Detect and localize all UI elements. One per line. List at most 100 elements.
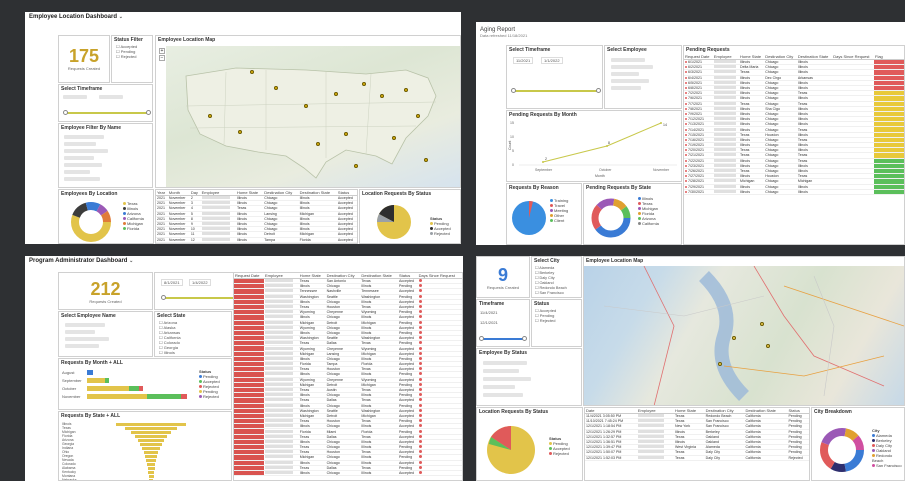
date-end[interactable]: 1/4/2022: [189, 279, 211, 286]
location-pin[interactable]: [732, 336, 736, 340]
bar[interactable]: [148, 474, 154, 478]
date-start[interactable]: 11/4/2021: [480, 310, 498, 315]
us-map[interactable]: [166, 46, 460, 187]
employee-option[interactable]: [64, 163, 102, 167]
bar-segment[interactable]: [105, 378, 109, 383]
location-pin[interactable]: [380, 94, 384, 98]
zoom-out-button[interactable]: −: [159, 55, 165, 61]
bar-segment[interactable]: [87, 394, 147, 399]
employee-option[interactable]: [64, 142, 96, 146]
location-pin[interactable]: [334, 92, 338, 96]
employee-option[interactable]: [611, 65, 653, 69]
employee-option[interactable]: [64, 177, 100, 181]
bar-segment[interactable]: [139, 386, 143, 391]
location-donut-chart[interactable]: [61, 200, 121, 244]
status-option[interactable]: ☐ Rejected: [112, 54, 152, 59]
bar[interactable]: [135, 434, 167, 438]
location-pin[interactable]: [316, 142, 320, 146]
employee-option[interactable]: [64, 135, 104, 139]
location-pin[interactable]: [362, 82, 366, 86]
bar-segment[interactable]: [129, 386, 139, 391]
location-pin[interactable]: [354, 164, 358, 168]
employee-option[interactable]: [483, 361, 527, 365]
location-status-pie[interactable]: [366, 200, 426, 244]
slider-handle-end[interactable]: [522, 336, 527, 341]
timeframe-slider[interactable]: [63, 110, 151, 115]
bar[interactable]: [147, 466, 155, 470]
slider-handle-start[interactable]: [511, 88, 516, 93]
bar[interactable]: [125, 426, 177, 430]
dashboard-title[interactable]: Employee Location Dashboard ⌄: [25, 12, 461, 23]
zoom-in-button[interactable]: +: [159, 48, 165, 54]
city-option[interactable]: ☐ San Francisco: [535, 290, 581, 295]
column-header[interactable]: Request Date: [684, 54, 713, 60]
slider-handle-start[interactable]: [479, 336, 484, 341]
location-pin[interactable]: [208, 114, 212, 118]
bar[interactable]: [148, 470, 154, 474]
location-pin[interactable]: [274, 86, 278, 90]
bar-segment[interactable]: [87, 370, 93, 375]
bar[interactable]: [144, 450, 158, 454]
bar-segment[interactable]: [181, 394, 187, 399]
location-pin[interactable]: [718, 362, 722, 366]
location-pin[interactable]: [404, 88, 408, 92]
date-start[interactable]: 8/1/2021: [161, 279, 183, 286]
employee-option[interactable]: [64, 156, 94, 160]
employee-location-map[interactable]: Employee Location Map + −: [155, 35, 461, 188]
location-pin[interactable]: [760, 322, 764, 326]
employee-location-map[interactable]: Employee Location Map: [583, 256, 905, 406]
table-row[interactable]: 12/1/2021 1:52:03 PM Texas Daly City Califo…: [585, 455, 809, 461]
bar[interactable]: [142, 446, 160, 450]
column-header[interactable]: Home State: [739, 54, 765, 60]
table-row[interactable]: 2021November15IllinoisChicagoIllinoisAcc…: [156, 242, 357, 243]
bar[interactable]: [140, 442, 162, 446]
bar[interactable]: [147, 462, 155, 466]
location-pin[interactable]: [304, 104, 308, 108]
chevron-down-icon[interactable]: ⌄: [119, 14, 123, 20]
location-pin[interactable]: [344, 132, 348, 136]
state-option[interactable]: ☐ Illinois: [159, 350, 231, 355]
slider-handle-end[interactable]: [146, 110, 151, 115]
employee-option[interactable]: [611, 58, 645, 62]
bar[interactable]: [116, 422, 186, 426]
bar[interactable]: [146, 458, 156, 462]
date-start[interactable]: [63, 95, 87, 99]
bar-segment[interactable]: [147, 394, 181, 399]
employee-option[interactable]: [483, 369, 519, 373]
employee-option[interactable]: [65, 323, 105, 327]
bar[interactable]: [138, 438, 164, 442]
bar[interactable]: [131, 430, 171, 434]
table-row[interactable]: Illinois Chicago Illinois Accepted: [234, 470, 462, 477]
column-header[interactable]: Destination City: [764, 54, 797, 60]
location-pin[interactable]: [392, 136, 396, 140]
employee-option[interactable]: [65, 337, 109, 341]
location-pin[interactable]: [766, 344, 770, 348]
date-end[interactable]: 12/1/2021: [480, 320, 498, 325]
employee-option[interactable]: [64, 149, 108, 153]
slider-handle-start[interactable]: [63, 110, 68, 115]
location-pin[interactable]: [238, 130, 242, 134]
date-end[interactable]: 1/1/2022: [541, 57, 563, 64]
employee-option[interactable]: [483, 393, 523, 397]
employee-option[interactable]: [64, 170, 90, 174]
location-pin[interactable]: [250, 70, 254, 74]
location-pin[interactable]: [416, 114, 420, 118]
status-option[interactable]: ☐ Rejected: [532, 318, 581, 323]
date-end[interactable]: [99, 95, 123, 99]
column-header[interactable]: Days Since Request: [832, 54, 874, 60]
date-start[interactable]: 11/2021: [513, 57, 534, 64]
employee-option[interactable]: [611, 79, 649, 83]
employee-option[interactable]: [483, 377, 531, 381]
employee-option[interactable]: [483, 385, 515, 389]
dashboard-title[interactable]: Program Administrator Dashboard ⌄: [25, 256, 463, 267]
bar-segment[interactable]: [87, 378, 105, 383]
slider-handle-end[interactable]: [596, 88, 601, 93]
state-donut-chart[interactable]: [586, 194, 636, 242]
column-header[interactable]: Destination State: [796, 54, 833, 60]
location-status-pie[interactable]: [483, 420, 543, 480]
employee-option[interactable]: [611, 72, 639, 76]
table-row[interactable]: 7/30/2021 Illinois Chicago Illinois: [684, 189, 904, 195]
bar[interactable]: [145, 454, 157, 458]
pending-line-chart[interactable]: 15 10 5 0 Count 2 8 14 September October…: [507, 120, 682, 182]
bay-area-map[interactable]: [584, 266, 904, 405]
